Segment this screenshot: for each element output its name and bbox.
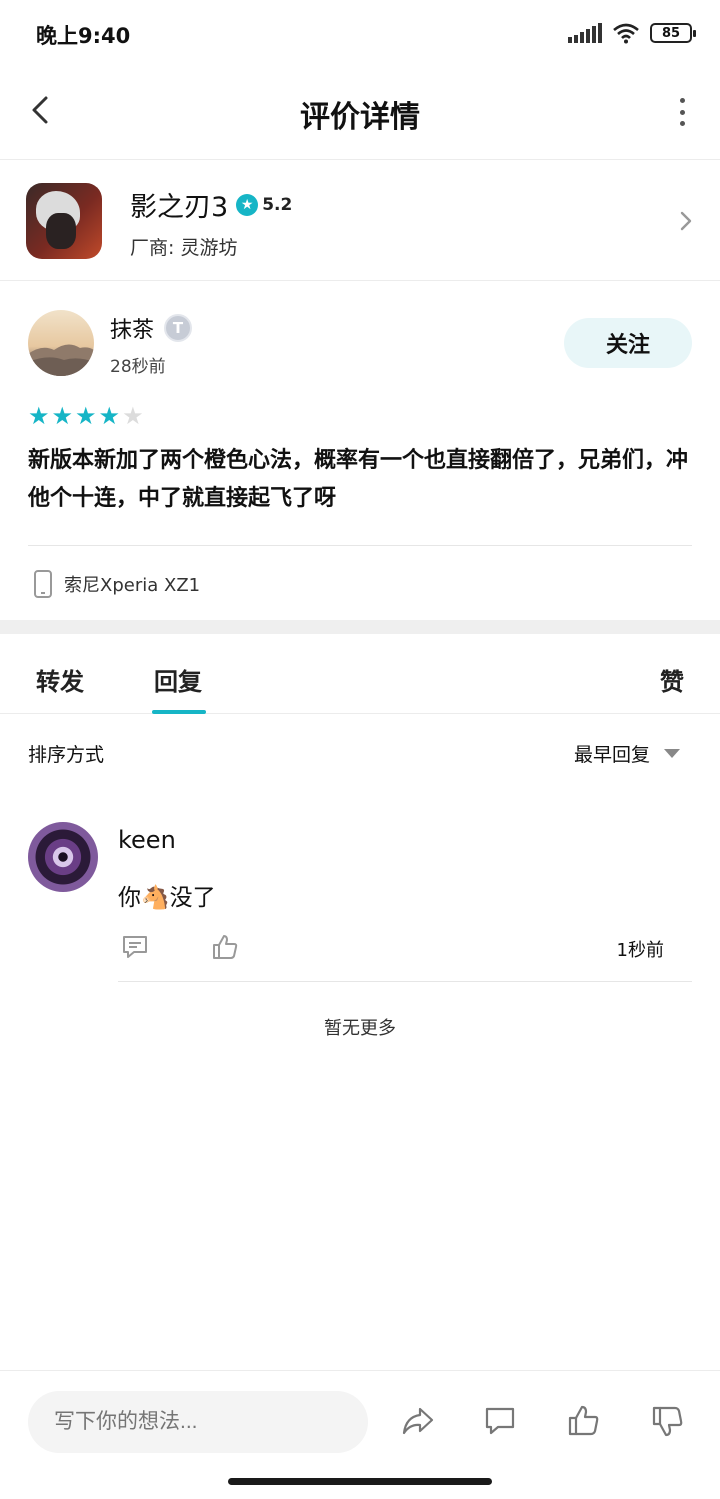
star-rating: ★ ★ ★ ★ ★ (28, 404, 144, 428)
tab-forward[interactable]: 转发 (36, 662, 84, 697)
thumbs-up-icon[interactable] (210, 932, 240, 962)
status-time: 晚上9:40 (36, 24, 131, 48)
game-icon (26, 183, 102, 259)
reviewer-name-line: 抹茶 T (110, 312, 193, 344)
comment-actions (120, 932, 240, 962)
review-text: 新版本新加了两个橙色心法，概率有一个也直接翻倍了，兄弟们，冲他个十连，中了就直接… (28, 448, 689, 511)
review-time: 28秒前 (110, 357, 166, 377)
page-title: 评价详情 (300, 100, 420, 135)
share-icon[interactable] (400, 1403, 436, 1439)
tab-like[interactable]: 赞 (660, 662, 684, 697)
star-icon: ★ (236, 193, 259, 216)
tab-reply[interactable]: 回复 (154, 662, 202, 697)
level-badge: T (164, 314, 193, 342)
game-info-row[interactable]: 影之刃3 ★ 5.2 厂商: 灵游坊 (0, 161, 720, 281)
sort-row: 排序方式 最早回复 (0, 714, 720, 790)
wifi-icon (613, 23, 639, 44)
like-icon[interactable] (566, 1403, 602, 1439)
comment-time: 1秒前 (616, 940, 664, 961)
caret-down-icon (664, 749, 680, 758)
commenter-avatar[interactable] (28, 822, 98, 892)
rating-badge: ★ 5.2 (236, 193, 293, 216)
more-options-icon[interactable] (678, 98, 686, 126)
game-name: 影之刃3 (130, 192, 229, 223)
sort-value: 最早回复 (573, 744, 650, 766)
star-filled-icon: ★ (75, 402, 97, 430)
sort-dropdown[interactable]: 最早回复 (574, 740, 680, 767)
review-card: 抹茶 T 28秒前 关注 ★ ★ ★ ★ ★ 新版本新加了两个橙色心法，概率有一个也直接… (0, 282, 720, 620)
status-bar: 晚上9:40 85 (0, 0, 720, 68)
tab-bar: 转发 回复 赞 (0, 634, 720, 714)
reply-item: keen 你🐴没了 1秒前 (0, 790, 720, 982)
comment-text: 你🐴没了 (118, 885, 216, 911)
device-info: 索尼Xperia XZ1 (34, 570, 200, 598)
chevron-right-icon (680, 211, 692, 231)
list-end-text: 暂无更多 (324, 1018, 396, 1039)
game-title-line: 影之刃3 ★ 5.2 (130, 185, 292, 224)
status-icons: 85 (568, 22, 696, 44)
home-indicator[interactable] (228, 1478, 492, 1485)
star-filled-icon: ★ (51, 402, 74, 430)
section-separator (0, 620, 720, 634)
device-name: 索尼Xperia XZ1 (64, 575, 201, 596)
reviewer-name[interactable]: 抹茶 (110, 312, 154, 344)
comment-input[interactable] (28, 1391, 368, 1453)
star-empty-icon: ★ (122, 402, 144, 430)
follow-button[interactable]: 关注 (564, 318, 692, 368)
divider (118, 981, 692, 982)
battery-icon: 85 (650, 23, 696, 43)
signal-icon (568, 23, 602, 43)
nav-bar: 评价详情 (0, 68, 720, 160)
reply-icon[interactable] (120, 932, 150, 962)
commenter-name[interactable]: keen (118, 826, 176, 854)
sort-label: 排序方式 (28, 744, 105, 766)
dislike-icon[interactable] (650, 1403, 686, 1439)
game-vendor: 厂商: 灵游坊 (130, 237, 238, 259)
divider (28, 545, 692, 546)
reviewer-avatar[interactable] (28, 310, 94, 376)
phone-icon (34, 570, 52, 598)
star-filled-icon: ★ (98, 402, 121, 430)
bottom-action-bar (0, 1370, 720, 1470)
game-rating: 5.2 (262, 194, 293, 215)
star-filled-icon: ★ (28, 402, 50, 430)
comment-icon[interactable] (482, 1403, 518, 1439)
